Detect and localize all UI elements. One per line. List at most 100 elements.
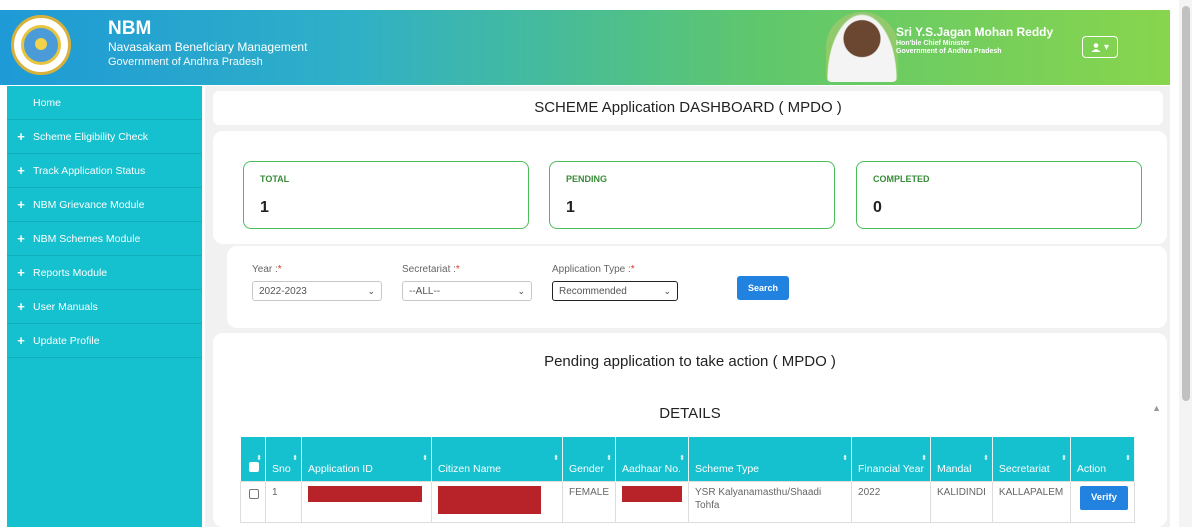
year-field: Year :* 2022-2023 ⌄: [252, 264, 382, 301]
column-header[interactable]: Action ⬍: [1070, 437, 1135, 481]
page-scrollbar[interactable]: [1179, 0, 1192, 527]
stat-card-completed: COMPLETED 0: [856, 161, 1142, 229]
application-type-value: Recommended: [559, 285, 627, 297]
chevron-down-icon: ⌄: [367, 285, 375, 296]
sidebar-item-grievance[interactable]: + NBM Grievance Module: [7, 188, 202, 222]
user-icon: [1091, 42, 1101, 52]
sort-icon[interactable]: ⬍: [553, 453, 559, 464]
sort-icon[interactable]: ⬍: [422, 453, 428, 464]
column-header[interactable]: Citizen Name ⬍: [431, 437, 563, 481]
ap-emblem-logo: [11, 15, 71, 75]
plus-icon: +: [17, 332, 25, 348]
cm-photo: [826, 12, 898, 82]
stat-value: 1: [260, 199, 269, 216]
select-all-header[interactable]: ⬍: [240, 437, 266, 481]
sort-icon[interactable]: ⬍: [842, 453, 848, 464]
user-menu-button[interactable]: ▾: [1082, 36, 1118, 58]
secretariat-field: Secretariat :* --ALL-- ⌄: [402, 264, 532, 301]
sidebar-item-label: User Manuals: [33, 300, 98, 313]
stat-card-total: TOTAL 1: [243, 161, 529, 229]
column-header[interactable]: Sno ⬍: [265, 437, 302, 481]
plus-icon: +: [17, 230, 25, 246]
sidebar-item-update-profile[interactable]: + Update Profile: [7, 324, 202, 358]
scroll-up-icon[interactable]: ▲: [1152, 403, 1161, 413]
column-header[interactable]: Financial Year ⬍: [851, 437, 932, 481]
column-header[interactable]: Gender ⬍: [562, 437, 617, 481]
sidebar-item-user-manuals[interactable]: + User Manuals: [7, 290, 202, 324]
sort-icon[interactable]: ⬍: [256, 453, 262, 464]
chevron-down-icon: ▾: [1103, 41, 1110, 53]
cell-action: Verify: [1069, 480, 1135, 523]
cell-gender: FEMALE: [561, 480, 617, 523]
sort-icon[interactable]: ⬍: [606, 453, 612, 464]
stat-label: COMPLETED: [873, 174, 930, 184]
sidebar-item-track-status[interactable]: + Track Application Status: [7, 154, 202, 188]
row-checkbox[interactable]: [249, 488, 259, 499]
required-marker: *: [630, 264, 635, 275]
required-marker: *: [277, 264, 282, 275]
cm-title: Hon'ble Chief Minister: [896, 40, 970, 47]
cm-name: Sri Y.S.Jagan Mohan Reddy: [896, 25, 1054, 39]
sort-icon[interactable]: ⬍: [921, 453, 927, 464]
cm-government: Government of Andhra Pradesh: [896, 48, 1002, 55]
stat-label: TOTAL: [260, 174, 290, 184]
plus-icon: +: [17, 128, 25, 144]
year-select[interactable]: 2022-2023 ⌄: [252, 281, 382, 301]
stat-card-pending: PENDING 1: [549, 161, 835, 229]
sidebar-item-label: Reports Module: [33, 266, 108, 279]
redacted-block: [622, 485, 683, 502]
details-heading: DETAILS: [659, 405, 721, 422]
filter-panel: Year :* 2022-2023 ⌄ Secretariat :* --ALL-…: [227, 246, 1167, 328]
table-header-row: ⬍ Sno ⬍ Application ID ⬍ Citizen Name ⬍ Gen…: [240, 437, 1135, 481]
application-type-field: Application Type :* Recommended ⌄: [552, 264, 678, 301]
sort-icon[interactable]: ⬍: [292, 453, 298, 464]
cell-citizen-name: [431, 480, 563, 523]
sidebar-item-label: Update Profile: [33, 334, 100, 347]
cell-secretariat: KALLAPALEM: [991, 480, 1071, 523]
sidebar-item-home[interactable]: Home: [7, 86, 202, 120]
pending-applications-panel: Pending application to take action ( MPD…: [213, 333, 1167, 527]
sort-icon[interactable]: ⬍: [1125, 453, 1131, 464]
chevron-down-icon: ⌄: [663, 285, 671, 296]
column-header[interactable]: Scheme Type ⬍: [688, 437, 853, 481]
main-content: SCHEME Application DASHBOARD ( MPDO ) TO…: [205, 86, 1170, 527]
sidebar-item-label: NBM Grievance Module: [33, 198, 145, 211]
redacted-block: [438, 485, 541, 514]
sort-icon[interactable]: ⬍: [679, 453, 685, 464]
sidebar-item-label: NBM Schemes Module: [33, 232, 141, 245]
sidebar-item-scheme-eligibility[interactable]: + Scheme Eligibility Check: [7, 120, 202, 154]
sidebar-item-reports[interactable]: + Reports Module: [7, 256, 202, 290]
sort-icon[interactable]: ⬍: [983, 453, 989, 464]
table-row: 1 FEMALE YSR Kalyanamasthu/Shaadi Tohfa …: [240, 480, 1135, 523]
government-name: Government of Andhra Pradesh: [108, 56, 263, 68]
scrollbar-thumb[interactable]: [1182, 6, 1190, 401]
stat-label: PENDING: [566, 174, 608, 184]
plus-icon: +: [17, 298, 25, 314]
sidebar: Home + Scheme Eligibility Check + Track Ap…: [7, 86, 202, 527]
secretariat-select[interactable]: --ALL-- ⌄: [402, 281, 532, 301]
column-header[interactable]: Mandal ⬍: [930, 437, 993, 481]
sidebar-item-label: Track Application Status: [33, 164, 146, 177]
verify-button[interactable]: Verify: [1079, 485, 1128, 510]
page-title: SCHEME Application DASHBOARD ( MPDO ): [213, 91, 1163, 125]
cell-scheme-type: YSR Kalyanamasthu/Shaadi Tohfa: [688, 480, 853, 523]
pending-title: Pending application to take action ( MPD…: [544, 353, 836, 370]
stat-value: 0: [873, 199, 882, 216]
column-header[interactable]: Application ID ⬍: [301, 437, 432, 481]
column-header[interactable]: Aadhaar No. ⬍: [615, 437, 690, 481]
plus-icon: +: [17, 264, 25, 280]
search-button[interactable]: Search: [737, 276, 789, 300]
year-label: Year :: [252, 264, 278, 275]
sidebar-item-label: Scheme Eligibility Check: [33, 130, 148, 143]
cell-aadhaar: [615, 480, 690, 523]
plus-icon: +: [17, 196, 25, 212]
sort-icon[interactable]: ⬍: [1061, 453, 1067, 464]
stats-panel: TOTAL 1 PENDING 1 COMPLETED 0: [213, 131, 1167, 244]
column-header[interactable]: Secretariat ⬍: [992, 437, 1071, 481]
stat-value: 1: [566, 199, 575, 216]
plus-icon: +: [17, 162, 25, 178]
application-type-select[interactable]: Recommended ⌄: [552, 281, 678, 301]
secretariat-label: Secretariat :: [402, 264, 456, 275]
chevron-down-icon: ⌄: [517, 285, 525, 296]
sidebar-item-schemes[interactable]: + NBM Schemes Module: [7, 222, 202, 256]
